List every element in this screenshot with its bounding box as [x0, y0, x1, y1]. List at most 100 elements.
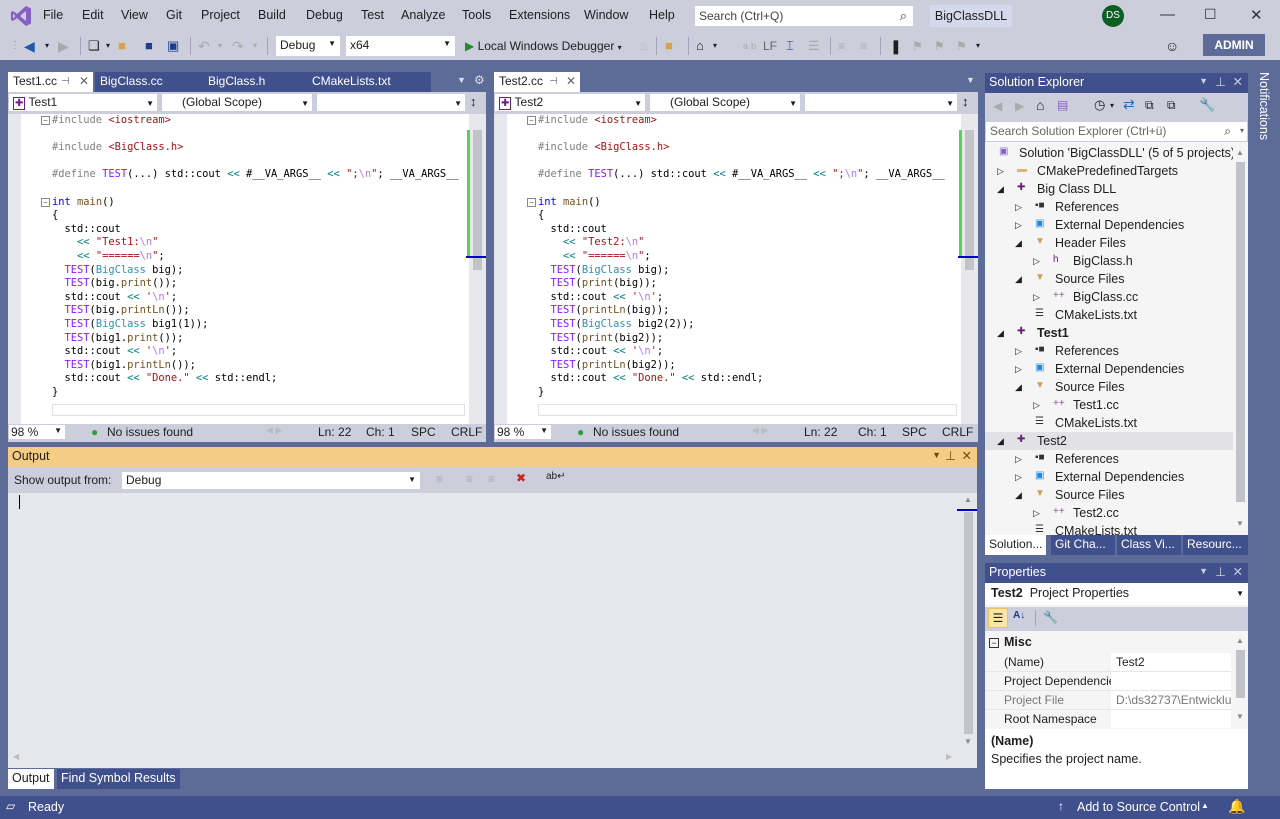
properties-wrench-icon[interactable]: 🔧: [1199, 97, 1215, 113]
chevron-down-icon[interactable]: ▾: [253, 37, 257, 55]
scope-select[interactable]: (Global Scope) ▼: [161, 93, 313, 112]
new-project-icon[interactable]: ❑: [88, 37, 100, 55]
line-number[interactable]: Ln: 22: [318, 425, 351, 439]
left-code-editor[interactable]: − − #include <iostream> #include <BigCla…: [8, 114, 486, 424]
clear-all-icon[interactable]: ✖: [516, 471, 526, 485]
collapsed-arrow-icon[interactable]: ▷: [1015, 198, 1022, 216]
output-vertical-scrollbar[interactable]: ▲ ▼: [957, 493, 977, 753]
member-select[interactable]: ▼: [804, 93, 958, 112]
zoom-select[interactable]: 98 % ▼: [8, 424, 66, 440]
scrollbar-thumb[interactable]: [964, 512, 973, 734]
tab-list-dropdown-icon[interactable]: ▼: [966, 75, 975, 85]
chevron-up-icon[interactable]: ▲: [1201, 801, 1209, 810]
scrollbar-thumb[interactable]: [965, 130, 974, 270]
tab-test1-cc[interactable]: Test1.cc ⊣ ✕: [8, 72, 93, 92]
chevron-down-icon[interactable]: ▾: [106, 37, 110, 55]
vertical-scrollbar[interactable]: [958, 114, 978, 424]
find-in-files-icon[interactable]: ■: [665, 37, 673, 55]
bookmark-icon[interactable]: ❚: [890, 37, 902, 55]
tree-vertical-scrollbar[interactable]: ▲ ▼: [1233, 146, 1248, 535]
find-message-in-code-icon[interactable]: ≡: [436, 472, 443, 486]
solution-search-input[interactable]: Search Solution Explorer (Ctrl+ü) ⌕ ▾: [985, 121, 1248, 142]
pin-icon[interactable]: ⊥: [1215, 74, 1226, 89]
open-file-icon[interactable]: ■: [118, 37, 126, 55]
menu-test[interactable]: Test: [361, 8, 384, 22]
back-icon[interactable]: ◀: [993, 99, 1002, 113]
collapse-icon[interactable]: −: [527, 116, 536, 125]
tree-item[interactable]: ▷ ▣ External Dependencies: [985, 468, 1233, 486]
scroll-up-icon[interactable]: ▲: [1236, 636, 1244, 645]
close-icon[interactable]: ✕: [962, 448, 972, 463]
tab-git-changes[interactable]: Git Cha...: [1051, 535, 1115, 555]
menu-edit[interactable]: Edit: [82, 8, 104, 22]
expanded-arrow-icon[interactable]: ◢: [997, 180, 1004, 198]
tree-item[interactable]: ▷ ++ Test1.cc: [985, 396, 1233, 414]
alphabetical-icon[interactable]: A↓: [1013, 610, 1025, 621]
tab-list-dropdown-icon[interactable]: ▼: [457, 75, 466, 85]
project-select[interactable]: ✚ Test2 ▼: [494, 93, 646, 112]
menu-analyze[interactable]: Analyze: [401, 8, 445, 22]
close-icon[interactable]: ✕: [1233, 564, 1243, 579]
pin-icon[interactable]: ⊣: [61, 72, 70, 91]
window-position-icon[interactable]: ▼: [932, 450, 941, 460]
tree-item[interactable]: ▷ ▪■ References: [985, 342, 1233, 360]
previous-issue-icon[interactable]: ◀ ▶: [752, 425, 768, 436]
live-share-icon[interactable]: ☺: [1165, 37, 1179, 55]
tree-item[interactable]: ▷ ▬ CMakePredefinedTargets: [985, 162, 1233, 180]
tree-item[interactable]: ▣ Solution 'BigClassDLL' (5 of 5 projects…: [985, 144, 1235, 162]
collapsed-arrow-icon[interactable]: ▷: [1033, 504, 1040, 522]
vertical-scrollbar[interactable]: [466, 114, 486, 424]
scroll-up-icon[interactable]: ▲: [964, 495, 972, 504]
select-line-icon[interactable]: ⌶: [786, 37, 794, 55]
window-position-icon[interactable]: ▼: [1199, 76, 1208, 86]
tab-output[interactable]: Output: [8, 769, 54, 789]
collapse-icon[interactable]: −: [527, 198, 536, 207]
menu-git[interactable]: Git: [166, 8, 182, 22]
collapsed-arrow-icon[interactable]: ▷: [1015, 450, 1022, 468]
collapsed-arrow-icon[interactable]: ▷: [997, 162, 1004, 180]
switch-views-icon[interactable]: ▤: [1057, 98, 1068, 112]
collapse-icon[interactable]: −: [989, 638, 999, 648]
close-icon[interactable]: ✕: [1233, 74, 1243, 89]
menu-tools[interactable]: Tools: [462, 8, 491, 22]
line-ending[interactable]: CRLF: [942, 425, 973, 439]
tree-item[interactable]: ▷ ▣ External Dependencies: [985, 360, 1233, 378]
tab-bigclass-cc[interactable]: BigClass.cc: [95, 72, 203, 92]
menu-view[interactable]: View: [121, 8, 148, 22]
tree-item[interactable]: ☰ CMakeLists.txt: [985, 306, 1233, 324]
toolbar-overflow-icon[interactable]: ▾: [976, 37, 980, 55]
prev-bookmark-icon[interactable]: ⚑: [912, 37, 923, 55]
save-icon[interactable]: ■: [145, 37, 153, 55]
tree-item[interactable]: ▷ ▪■ References: [985, 450, 1233, 468]
clear-bookmarks-icon[interactable]: ⚑: [956, 37, 967, 55]
split-editor-icon[interactable]: ↕: [962, 94, 969, 109]
tab-find-symbol-results[interactable]: Find Symbol Results: [57, 769, 180, 789]
collapsed-arrow-icon[interactable]: ▷: [1015, 342, 1022, 360]
menu-window[interactable]: Window: [584, 8, 628, 22]
category-misc[interactable]: − Misc: [989, 635, 1032, 649]
uncomment-icon[interactable]: ≡: [860, 37, 867, 55]
navigate-back-icon[interactable]: ◀: [24, 37, 35, 55]
tree-item[interactable]: ◢ ✚ Big Class DLL: [985, 180, 1233, 198]
tree-item[interactable]: ◢ ✚ Test1: [985, 324, 1233, 342]
scroll-left-icon[interactable]: ◀: [13, 752, 19, 761]
collapsed-arrow-icon[interactable]: ▷: [1015, 360, 1022, 378]
chevron-down-icon[interactable]: ▾: [45, 37, 49, 55]
categorized-icon[interactable]: ☰: [988, 608, 1008, 628]
menu-extensions[interactable]: Extensions: [509, 8, 570, 22]
property-value[interactable]: [1111, 710, 1231, 728]
window-position-icon[interactable]: ▼: [1199, 566, 1208, 576]
hot-reload-icon[interactable]: ♨: [638, 37, 650, 55]
output-source-select[interactable]: Debug ▼: [121, 471, 421, 490]
property-value[interactable]: Test2: [1111, 653, 1231, 671]
minimize-icon[interactable]: —: [1160, 6, 1175, 23]
collapse-icon[interactable]: −: [41, 198, 50, 207]
tree-item[interactable]: ◢ ✚ Test2: [985, 432, 1233, 450]
tree-item[interactable]: ◢ ▼ Source Files: [985, 378, 1233, 396]
close-tab-icon[interactable]: ✕: [79, 72, 89, 91]
save-all-icon[interactable]: ▣: [167, 37, 179, 55]
indent-mode[interactable]: SPC: [411, 425, 436, 439]
tab-test2-cc[interactable]: Test2.cc ⊣ ✕: [494, 72, 580, 92]
platform-select[interactable]: x64 ▼: [345, 35, 456, 57]
whitespace-icon[interactable]: a·b: [743, 37, 756, 55]
